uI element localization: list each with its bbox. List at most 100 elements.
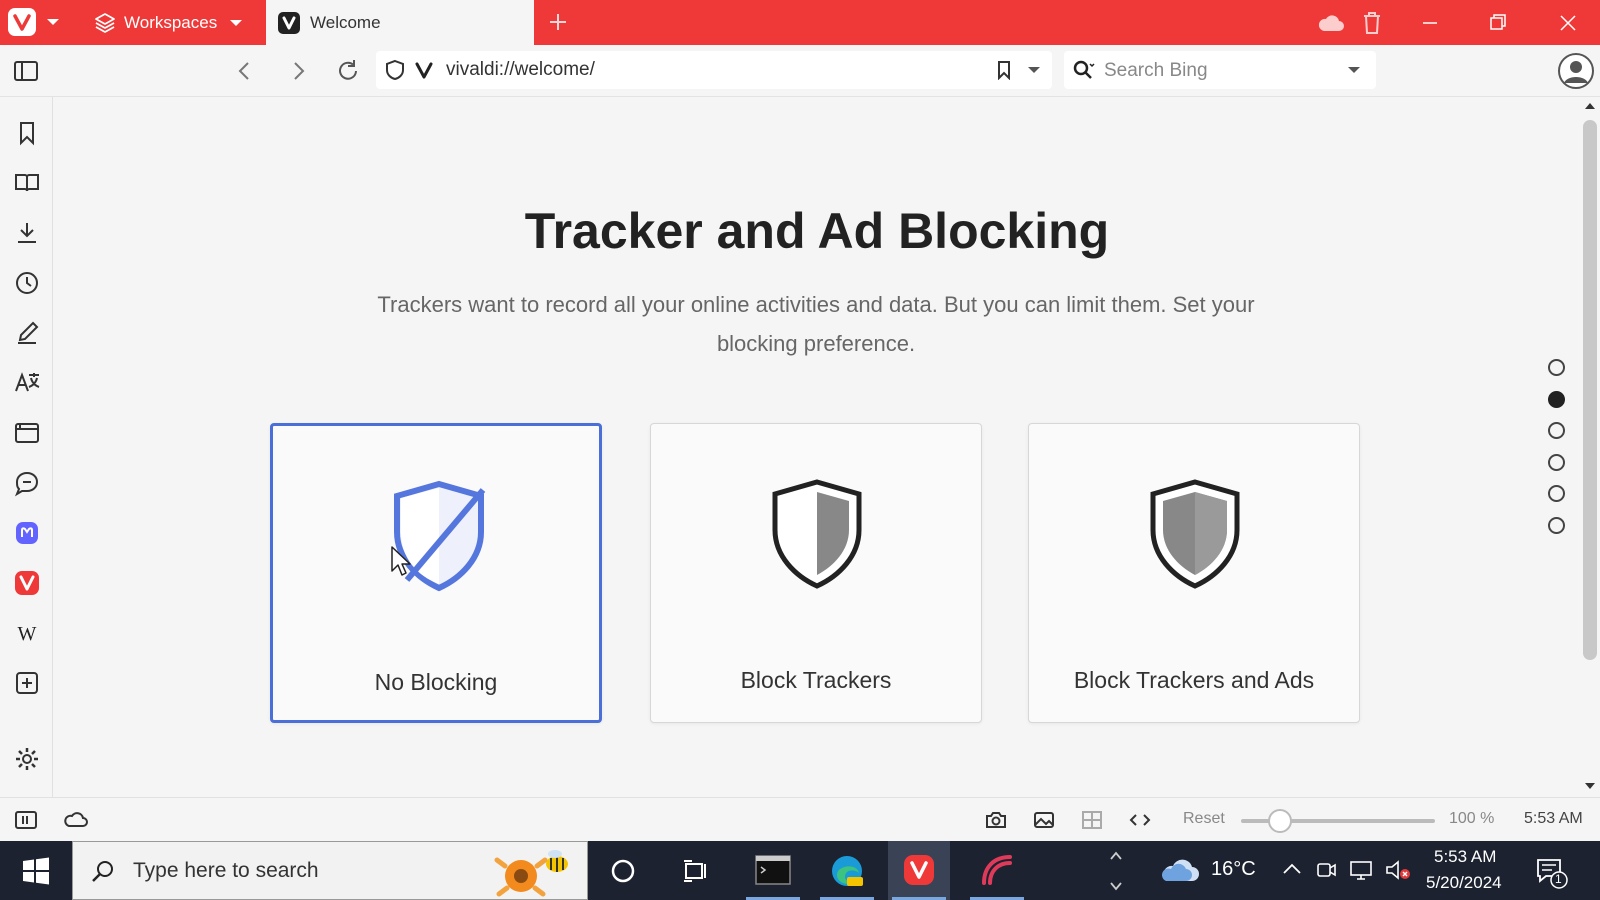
option-label: No Blocking bbox=[374, 669, 498, 695]
flower-bee-illustration-icon bbox=[494, 850, 568, 897]
shield-half-icon bbox=[772, 479, 862, 589]
meet-now-icon[interactable] bbox=[1315, 858, 1337, 882]
translate-icon[interactable] bbox=[13, 369, 41, 397]
minimize-icon[interactable] bbox=[1418, 9, 1442, 37]
search-icon bbox=[92, 861, 113, 882]
chevron-down-icon bbox=[230, 20, 243, 26]
taskbar-app-red[interactable] bbox=[966, 841, 1028, 900]
reload-icon[interactable] bbox=[334, 57, 362, 85]
option-label: Block Trackers bbox=[740, 667, 892, 693]
terminal-icon bbox=[755, 855, 791, 885]
reading-list-icon[interactable] bbox=[13, 169, 41, 197]
zoom-reset-button[interactable]: Reset bbox=[1183, 810, 1225, 828]
forward-icon[interactable] bbox=[284, 57, 312, 85]
zoom-slider-knob[interactable] bbox=[1268, 809, 1292, 833]
shield-icon[interactable] bbox=[384, 59, 406, 81]
vivaldi-panel-icon[interactable] bbox=[13, 569, 41, 597]
back-icon[interactable] bbox=[231, 57, 259, 85]
page-tiling-icon[interactable] bbox=[1080, 808, 1104, 832]
workspaces-button[interactable]: Workspaces bbox=[94, 11, 243, 35]
edge-canary-icon bbox=[832, 856, 863, 886]
close-icon[interactable] bbox=[1556, 9, 1580, 37]
cortana-icon[interactable] bbox=[607, 855, 639, 887]
volume-muted-icon[interactable] bbox=[1384, 858, 1412, 882]
chevron-down-icon[interactable] bbox=[46, 17, 60, 27]
search-icon bbox=[1073, 60, 1095, 79]
taskbar-time[interactable]: 5:53 AM bbox=[1434, 847, 1496, 867]
taskbar-scroll-icon[interactable] bbox=[1108, 847, 1124, 895]
bookmarks-panel-icon[interactable] bbox=[13, 119, 41, 147]
side-panel: W bbox=[0, 97, 53, 797]
chevron-down-icon[interactable] bbox=[1027, 65, 1041, 75]
mastodon-icon[interactable] bbox=[13, 519, 41, 547]
capture-camera-icon[interactable] bbox=[984, 808, 1008, 832]
notification-count: 1 bbox=[1555, 872, 1562, 886]
svg-text:W: W bbox=[18, 623, 37, 645]
notification-center-button[interactable]: 1 bbox=[1534, 855, 1568, 889]
step-dot-4[interactable] bbox=[1548, 454, 1565, 471]
url-text: vivaldi://welcome/ bbox=[446, 59, 595, 80]
panel-toggle-icon[interactable] bbox=[14, 808, 38, 832]
windows-start-icon[interactable] bbox=[20, 855, 52, 887]
option-no-blocking[interactable]: No Blocking bbox=[270, 423, 602, 723]
step-dot-5[interactable] bbox=[1548, 485, 1565, 502]
status-bar: Reset 100 % 5:53 AM bbox=[0, 797, 1600, 841]
panel-toggle-icon[interactable] bbox=[12, 57, 40, 85]
taskbar-search[interactable]: Type here to search bbox=[72, 841, 588, 900]
bookmark-icon[interactable] bbox=[994, 60, 1014, 80]
chevron-down-icon[interactable] bbox=[1347, 65, 1361, 75]
scroll-thumb[interactable] bbox=[1583, 120, 1597, 660]
option-label: Block Trackers and Ads bbox=[1073, 667, 1315, 693]
search-field[interactable]: Search Bing bbox=[1064, 51, 1376, 89]
settings-gear-icon[interactable] bbox=[13, 745, 41, 773]
app-arc-icon bbox=[982, 855, 1012, 885]
scroll-up-icon[interactable] bbox=[1584, 101, 1596, 111]
add-panel-icon[interactable] bbox=[13, 669, 41, 697]
task-view-icon[interactable] bbox=[680, 855, 712, 887]
profile-avatar-icon[interactable] bbox=[1557, 52, 1595, 90]
chevron-up-icon[interactable] bbox=[1281, 859, 1303, 881]
weather-cloud-icon[interactable] bbox=[1160, 855, 1202, 887]
taskbar-edge-canary[interactable] bbox=[816, 841, 878, 900]
chat-icon[interactable] bbox=[13, 469, 41, 497]
window-panel-icon[interactable] bbox=[13, 419, 41, 447]
page-actions-code-icon[interactable] bbox=[1128, 808, 1152, 832]
vivaldi-taskbar-icon bbox=[904, 855, 934, 885]
search-placeholder: Search Bing bbox=[1104, 60, 1208, 81]
taskbar-terminal[interactable] bbox=[742, 841, 804, 900]
new-tab-plus-icon[interactable] bbox=[546, 10, 570, 34]
vivaldi-menu-button[interactable] bbox=[8, 8, 36, 36]
taskbar-vivaldi[interactable] bbox=[888, 841, 950, 900]
trash-icon[interactable] bbox=[1360, 9, 1384, 37]
step-dot-3[interactable] bbox=[1548, 422, 1565, 439]
vivaldi-page-icon bbox=[415, 62, 433, 79]
history-icon[interactable] bbox=[13, 269, 41, 297]
status-clock: 5:53 AM bbox=[1524, 810, 1583, 827]
wikipedia-icon[interactable]: W bbox=[13, 619, 41, 647]
option-block-trackers-and-ads[interactable]: Block Trackers and Ads bbox=[1028, 423, 1360, 723]
page-title: Tracker and Ad Blocking bbox=[524, 203, 1110, 259]
vivaldi-logo-icon bbox=[8, 8, 36, 36]
taskbar-search-placeholder: Type here to search bbox=[133, 859, 319, 882]
welcome-page: Tracker and Ad Blocking Trackers want to… bbox=[54, 97, 1580, 797]
shield-full-icon bbox=[1150, 479, 1240, 589]
option-block-trackers[interactable]: Block Trackers bbox=[650, 423, 982, 723]
network-icon[interactable] bbox=[1348, 858, 1374, 882]
step-dot-2[interactable] bbox=[1548, 391, 1565, 408]
images-icon[interactable] bbox=[1032, 808, 1056, 832]
downloads-icon[interactable] bbox=[13, 219, 41, 247]
tab-title: Welcome bbox=[310, 12, 381, 32]
cloud-sync-icon[interactable] bbox=[1316, 9, 1346, 37]
address-bar: vivaldi://welcome/ Search Bing bbox=[0, 45, 1600, 97]
taskbar-date[interactable]: 5/20/2024 bbox=[1426, 873, 1502, 893]
notes-icon[interactable] bbox=[13, 319, 41, 347]
mouse-cursor-icon bbox=[391, 546, 411, 576]
step-dot-6[interactable] bbox=[1548, 517, 1565, 534]
tab-welcome[interactable]: Welcome bbox=[266, 0, 534, 45]
sync-cloud-icon[interactable] bbox=[62, 808, 90, 832]
vivaldi-favicon-icon bbox=[278, 11, 300, 34]
scroll-down-icon[interactable] bbox=[1584, 781, 1596, 791]
step-dot-1[interactable] bbox=[1548, 359, 1565, 376]
restore-icon[interactable] bbox=[1486, 9, 1510, 37]
url-field[interactable]: vivaldi://welcome/ bbox=[376, 51, 1052, 89]
